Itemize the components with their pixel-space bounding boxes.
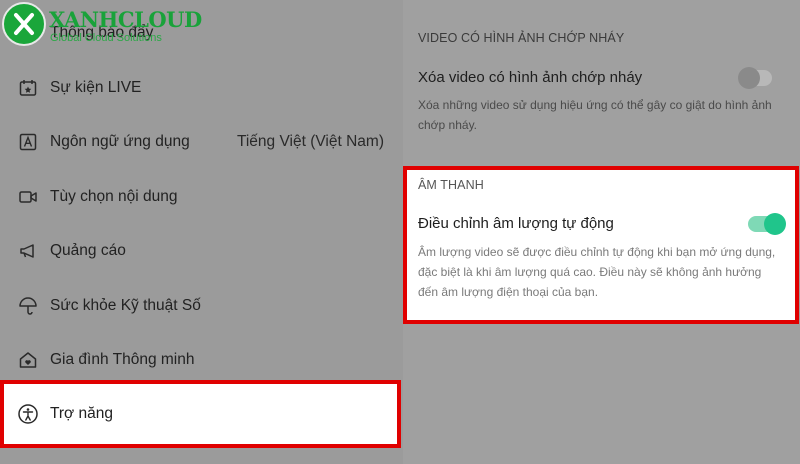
remove-flashing-videos-title: Xóa video có hình ảnh chớp nháy <box>418 69 643 86</box>
language-icon <box>17 131 39 153</box>
menu-item-label: Gia đình Thông minh <box>50 351 195 368</box>
flash-section-header: VIDEO CÓ HÌNH ẢNH CHỚP NHÁY <box>418 31 625 45</box>
toggle-knob <box>738 67 760 89</box>
video-camera-icon <box>17 186 39 208</box>
brand-logo: XANHCLOUD Global Cloud Solutions <box>2 1 212 47</box>
menu-item-digital-wellbeing[interactable]: Sức khỏe Kỹ thuật Số <box>0 279 403 333</box>
calendar-icon <box>17 77 39 99</box>
umbrella-icon <box>17 295 39 317</box>
menu-item-ads[interactable]: Quảng cáo <box>0 224 403 278</box>
settings-sidebar: Thông báo đẩy Sự kiện LIVE Ngôn ngữ ứng … <box>0 0 403 464</box>
menu-item-accessibility[interactable]: Trợ năng <box>0 380 401 448</box>
auto-volume-toggle[interactable] <box>748 213 786 235</box>
brand-name: XANHCLOUD <box>49 7 202 32</box>
menu-item-label: Tùy chọn nội dung <box>50 188 178 205</box>
auto-volume-description: Âm lượng video sẽ được điều chỉnh tự độn… <box>418 245 776 299</box>
menu-item-app-language[interactable]: Ngôn ngữ ứng dụng Tiếng Việt (Việt Nam) <box>0 115 403 169</box>
sound-section-header: ÂM THANH <box>418 178 484 192</box>
auto-volume-title: Điều chỉnh âm lượng tự động <box>418 215 614 232</box>
menu-item-label: Trợ năng <box>50 405 114 422</box>
toggle-knob <box>764 213 786 235</box>
menu-item-content-preferences[interactable]: Tùy chọn nội dung <box>0 170 403 224</box>
megaphone-icon <box>17 240 39 262</box>
home-heart-icon <box>17 349 39 371</box>
remove-flashing-videos-toggle[interactable] <box>738 67 772 89</box>
menu-item-family-pairing[interactable]: Gia đình Thông minh <box>0 333 403 387</box>
logo-x-icon <box>2 2 46 46</box>
accessibility-icon <box>17 403 39 425</box>
menu-item-live-events[interactable]: Sự kiện LIVE <box>0 61 403 115</box>
menu-item-label: Ngôn ngữ ứng dụng <box>50 133 190 150</box>
menu-item-label: Quảng cáo <box>50 242 126 259</box>
menu-item-label: Sức khỏe Kỹ thuật Số <box>50 297 201 314</box>
brand-tagline: Global Cloud Solutions <box>50 32 162 44</box>
selected-language-value: Tiếng Việt (Việt Nam) <box>236 133 384 150</box>
menu-item-label: Sự kiện LIVE <box>50 79 142 96</box>
remove-flashing-videos-description: Xóa những video sử dụng hiệu ứng có thể … <box>418 98 772 132</box>
